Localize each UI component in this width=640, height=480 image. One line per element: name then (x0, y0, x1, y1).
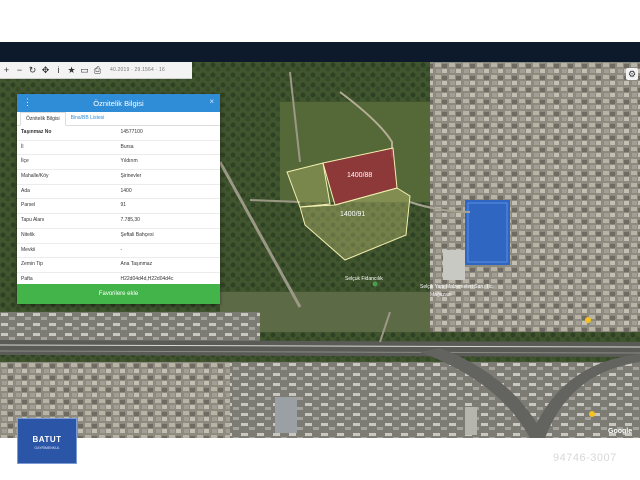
row-value: Yıldırım (120, 158, 138, 165)
panel-tabs: Öznitelik Bilgisi Bina/BB Listesi (17, 112, 220, 126)
row-value: Ana Taşınmaz (120, 261, 153, 268)
table-row: Nitelik Şeftali Bahçesi (17, 229, 220, 244)
gear-icon[interactable]: ⚙ (626, 68, 638, 80)
pan-icon[interactable]: ✥ (39, 63, 52, 77)
row-key: Tapu Alanı (21, 217, 45, 224)
menu-icon[interactable]: ⋮ (23, 97, 32, 108)
place-label-magaza: Mağazası (430, 292, 452, 298)
tab-attribute-info[interactable]: Öznitelik Bilgisi (20, 112, 66, 126)
row-key: Parsel (21, 202, 36, 209)
row-key: Ada (21, 187, 30, 194)
row-key: Mahalle/Köy (21, 173, 49, 180)
row-value: Bursa (120, 143, 134, 150)
row-value: - (120, 246, 123, 253)
company-logo: BATUT GAYRİMENKUL (17, 418, 77, 464)
place-label-yapi: Selçik Yapı Malzemeleri San. Tic. (420, 284, 494, 290)
print-icon[interactable]: ⎙ (91, 63, 104, 77)
attribute-panel: ⋮ Öznitelik Bilgisi × Öznitelik Bilgisi … (17, 94, 220, 304)
row-key: Zemin Tip (21, 261, 43, 268)
parcel-label-88: 1400/88 (347, 172, 372, 179)
table-row: Parsel 91 (17, 199, 220, 215)
listing-watermark: 94746-3007 (553, 452, 617, 464)
row-value: Şeftali Bahçesi (120, 231, 154, 238)
logo-text: BATUT (32, 435, 62, 444)
place-label-fidancilik: Selçuk Fidancılık (345, 276, 383, 282)
row-key: Taşınmaz No (21, 129, 52, 135)
attribute-table: Taşınmaz No 14577100 İl Bursa İlçe Yıldırım Ma… (17, 126, 220, 288)
row-value: 7.785,30 (120, 217, 140, 224)
table-row: İlçe Yıldırım (17, 155, 220, 171)
minus-icon[interactable]: − (13, 63, 26, 77)
map-pin-icon[interactable] (372, 281, 378, 287)
info-icon[interactable]: i (52, 63, 65, 77)
map-toolbar: + − ↻ ✥ i ★ ▭ ⎙ 40.2019 · 29.1564 · 16 (0, 62, 192, 79)
logo-subtitle: GAYRİMENKUL (34, 446, 60, 450)
tab-building-list[interactable]: Bina/BB Listesi (66, 112, 110, 125)
table-row: Mevkii - (17, 244, 220, 259)
top-header-bar (0, 42, 640, 62)
add-favorites-button[interactable]: Favorilere ekle (17, 284, 220, 304)
map-pin-icon[interactable] (585, 317, 591, 323)
close-icon[interactable]: × (209, 97, 214, 106)
star-icon[interactable]: ★ (65, 63, 78, 77)
parcel-label-91: 1400/91 (340, 211, 365, 218)
refresh-icon[interactable]: ↻ (26, 63, 39, 77)
row-key: İl (21, 143, 24, 150)
row-key: Mevkii (21, 246, 36, 253)
panel-title: Öznitelik Bilgisi (93, 98, 144, 108)
plus-icon[interactable]: + (0, 63, 13, 77)
panel-header: ⋮ Öznitelik Bilgisi × (17, 94, 220, 112)
table-row: Zemin Tip Ana Taşınmaz (17, 258, 220, 273)
row-value: 91 (120, 202, 127, 209)
row-value: 1400 (120, 187, 132, 194)
row-value: Şirinevler (120, 173, 142, 180)
table-row: Tapu Alanı 7.785,30 (17, 214, 220, 229)
table-row: İl Bursa (17, 141, 220, 156)
table-row: Mahalle/Köy Şirinevler (17, 170, 220, 185)
map-pin-icon[interactable] (589, 411, 595, 417)
coordinate-readout: 40.2019 · 29.1564 · 16 (110, 67, 165, 73)
google-mark: Google (608, 428, 633, 435)
row-value: 14577100 (120, 129, 143, 135)
ruler-icon[interactable]: ▭ (78, 63, 91, 77)
table-row: Ada 1400 (17, 185, 220, 200)
row-key: Nitelik (21, 231, 35, 238)
table-row: Taşınmaz No 14577100 (17, 126, 220, 141)
row-key: İlçe (21, 158, 29, 165)
